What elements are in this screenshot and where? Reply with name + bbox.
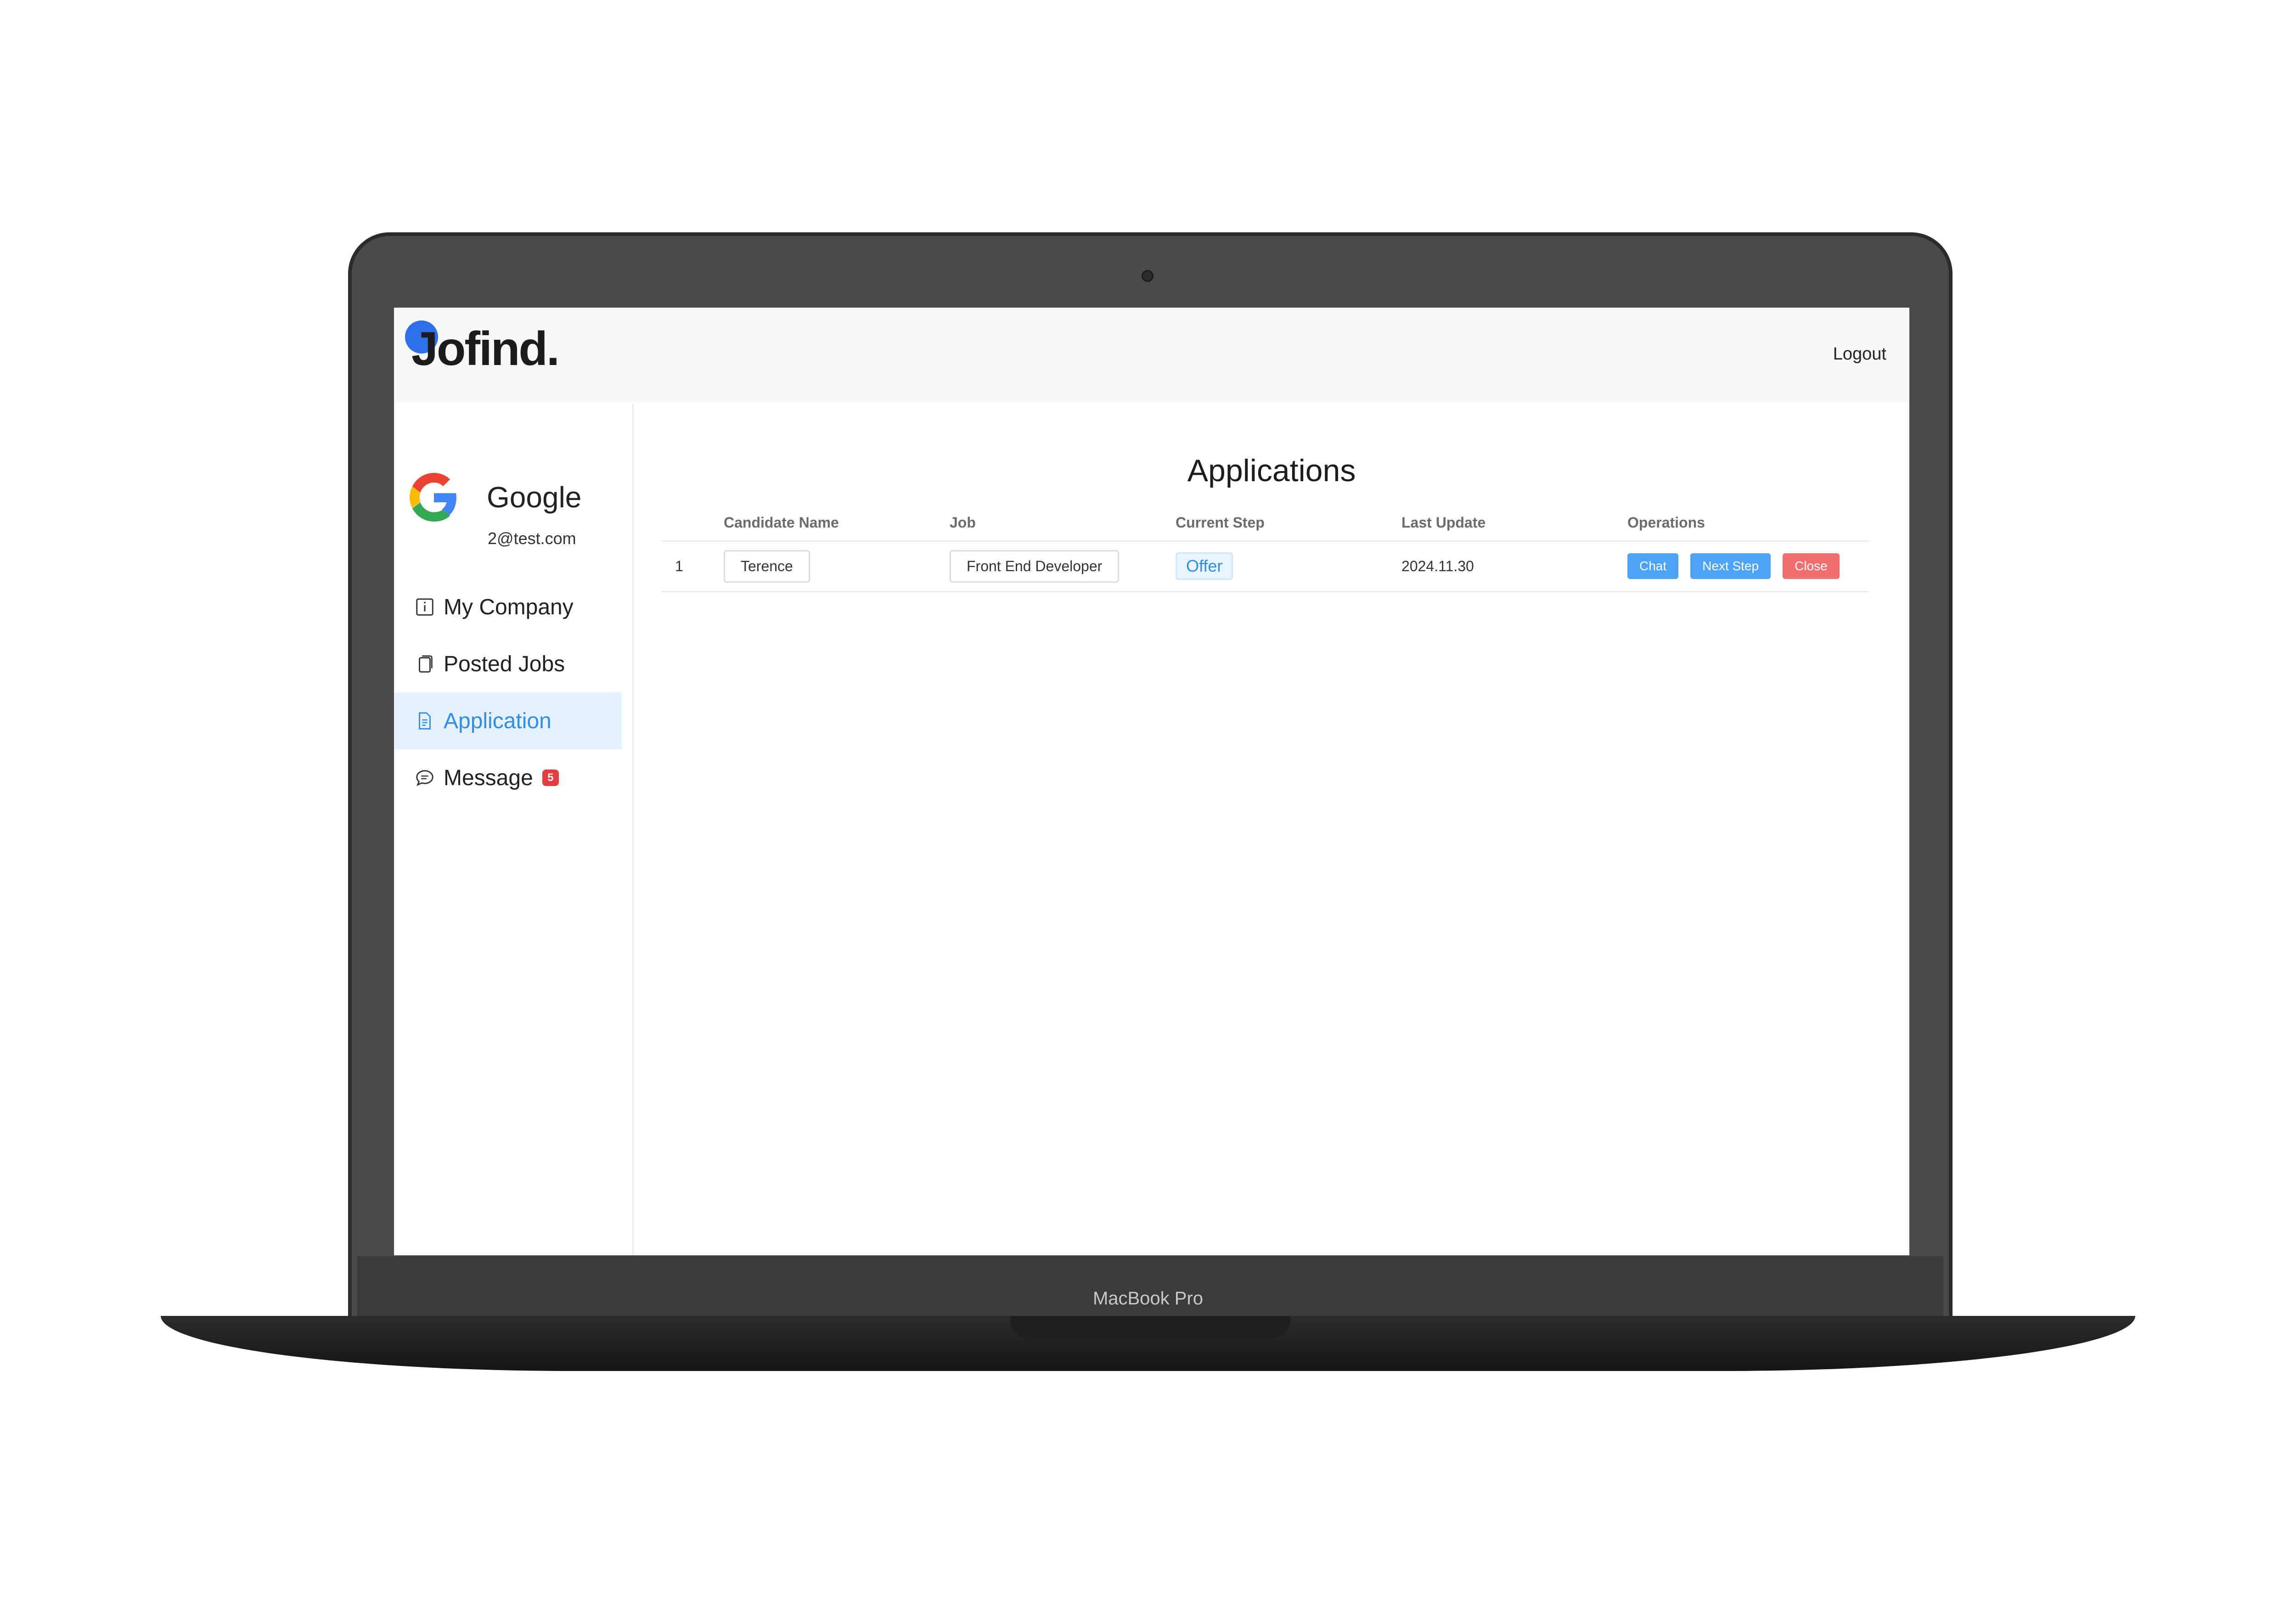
column-header-index	[661, 505, 724, 542]
sidebar-item-label: My Company	[444, 595, 574, 619]
sidebar-item-label: Application	[444, 708, 551, 733]
sidebar-nav: My Company Posted Jobs Application Messa…	[394, 579, 622, 806]
column-header-job: Job	[950, 505, 1176, 542]
main-content: Applications Candidate Name Job Current …	[634, 404, 1909, 1255]
next-step-button[interactable]: Next Step	[1690, 553, 1771, 579]
last-update: 2024.11.30	[1401, 541, 1627, 592]
company-email: 2@test.com	[488, 529, 576, 548]
laptop-notch	[1010, 1316, 1290, 1338]
row-index: 1	[661, 541, 724, 592]
step-tag: Offer	[1176, 552, 1233, 580]
unread-badge: 5	[542, 770, 559, 786]
candidate-name-chip[interactable]: Terence	[724, 550, 810, 583]
chat-button[interactable]: Chat	[1627, 553, 1679, 579]
operations-cell: Chat Next Step Close	[1627, 541, 1869, 592]
sidebar-item-message[interactable]: Message 5	[394, 749, 622, 806]
info-icon	[414, 596, 435, 618]
applications-table: Candidate Name Job Current Step Last Upd…	[661, 505, 1869, 592]
table-header-row: Candidate Name Job Current Step Last Upd…	[661, 505, 1869, 542]
column-header-step: Current Step	[1176, 505, 1401, 542]
column-header-updated: Last Update	[1401, 505, 1627, 542]
job-title-chip[interactable]: Front End Developer	[950, 550, 1120, 583]
company-name: Google	[487, 481, 582, 514]
column-header-operations: Operations	[1627, 505, 1869, 542]
copy-icon	[414, 653, 435, 674]
sidebar-item-label: Message	[444, 765, 533, 790]
chat-bubble-icon	[414, 767, 435, 788]
sidebar-item-posted-jobs[interactable]: Posted Jobs	[394, 635, 622, 692]
sidebar-item-application[interactable]: Application	[394, 692, 622, 749]
table-row: 1 Terence Front End Developer Offer 2024…	[661, 541, 1869, 592]
app-screen: Jofind. Logout Google 2@test.com My Comp…	[394, 308, 1909, 1255]
device-label: MacBook Pro	[1092, 1288, 1204, 1309]
camera-icon	[1142, 270, 1154, 282]
page-title: Applications	[1187, 453, 1356, 488]
google-g-icon	[410, 473, 458, 522]
close-button[interactable]: Close	[1783, 553, 1840, 579]
sidebar: Google 2@test.com My Company Posted Jobs…	[394, 404, 634, 1255]
sidebar-item-my-company[interactable]: My Company	[394, 579, 622, 635]
top-bar: Jofind. Logout	[394, 308, 1909, 402]
column-header-candidate: Candidate Name	[724, 505, 950, 542]
logout-link[interactable]: Logout	[1833, 344, 1886, 364]
sidebar-item-label: Posted Jobs	[444, 652, 565, 676]
logo[interactable]: Jofind.	[411, 325, 560, 373]
file-text-icon	[414, 710, 435, 731]
